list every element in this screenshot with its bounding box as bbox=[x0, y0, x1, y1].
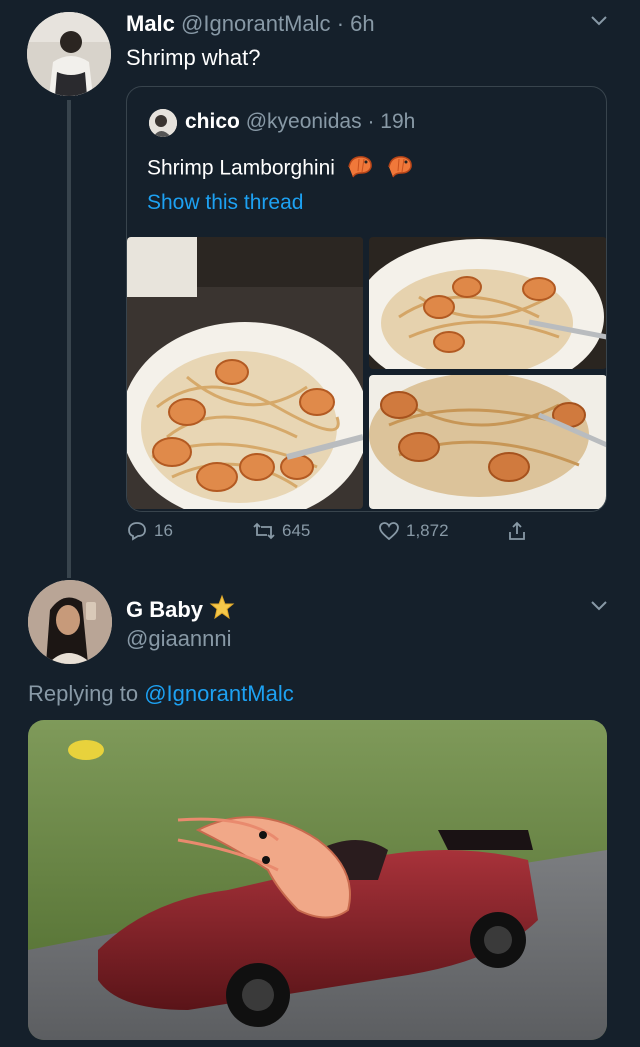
retweet-button[interactable]: 645 bbox=[252, 520, 310, 542]
star-icon bbox=[209, 594, 235, 625]
tweet-text: Shrimp what? bbox=[126, 45, 261, 70]
quoted-timestamp: 19h bbox=[380, 110, 416, 133]
tweet-actions: 16 645 1,872 bbox=[126, 520, 606, 550]
reply-icon bbox=[128, 522, 146, 541]
show-thread-link[interactable]: Show this thread bbox=[147, 191, 303, 215]
shrimp-icon bbox=[345, 153, 375, 185]
timestamp[interactable]: 6h bbox=[350, 11, 374, 36]
quoted-header: chico @kyeonidas · 19h bbox=[185, 110, 415, 134]
handle[interactable]: @giaannni bbox=[126, 626, 232, 652]
thread-line bbox=[67, 100, 71, 578]
reply-count: 16 bbox=[154, 521, 173, 540]
share-button[interactable] bbox=[506, 520, 528, 542]
separator: · bbox=[336, 11, 345, 36]
tweet-header: Malc @IgnorantMalc · 6h bbox=[126, 11, 375, 37]
pasta-photo[interactable] bbox=[369, 375, 606, 509]
display-name[interactable]: Malc bbox=[126, 11, 175, 36]
handle[interactable]: @IgnorantMalc bbox=[181, 11, 331, 36]
replying-prefix: Replying to bbox=[28, 681, 139, 706]
replying-to-link[interactable]: @IgnorantMalc bbox=[144, 681, 294, 706]
retweet-icon bbox=[253, 522, 275, 540]
avatar-photo bbox=[28, 580, 112, 664]
avatar-photo bbox=[27, 12, 111, 96]
display-name[interactable]: G Baby bbox=[126, 597, 203, 623]
share-icon bbox=[509, 521, 525, 540]
avatar[interactable] bbox=[28, 580, 112, 664]
like-button[interactable]: 1,872 bbox=[378, 520, 449, 542]
quoted-display-name[interactable]: chico bbox=[185, 110, 240, 133]
quoted-tweet[interactable]: chico @kyeonidas · 19h Shrimp Lamborghin… bbox=[126, 86, 607, 512]
pasta-photo[interactable] bbox=[369, 237, 606, 369]
pasta-photo[interactable] bbox=[127, 237, 363, 509]
quoted-separator: · bbox=[367, 110, 375, 133]
tweet-header: G Baby bbox=[126, 594, 235, 625]
heart-icon bbox=[379, 522, 399, 541]
avatar[interactable] bbox=[27, 12, 111, 96]
like-count: 1,872 bbox=[406, 521, 449, 540]
retweet-count: 645 bbox=[282, 521, 311, 540]
shrimp-icon bbox=[385, 153, 415, 185]
shrimp-lamborghini-photo[interactable] bbox=[28, 720, 607, 1040]
replying-to: Replying to @IgnorantMalc bbox=[28, 681, 294, 707]
quoted-avatar[interactable] bbox=[149, 109, 177, 137]
reply-button[interactable]: 16 bbox=[126, 520, 173, 542]
quoted-text-row: Shrimp Lamborghini bbox=[147, 153, 415, 185]
quoted-text: Shrimp Lamborghini bbox=[147, 156, 335, 180]
quoted-handle[interactable]: @kyeonidas bbox=[246, 110, 362, 133]
chevron-down-icon[interactable] bbox=[590, 10, 608, 33]
chevron-down-icon[interactable] bbox=[590, 595, 608, 618]
